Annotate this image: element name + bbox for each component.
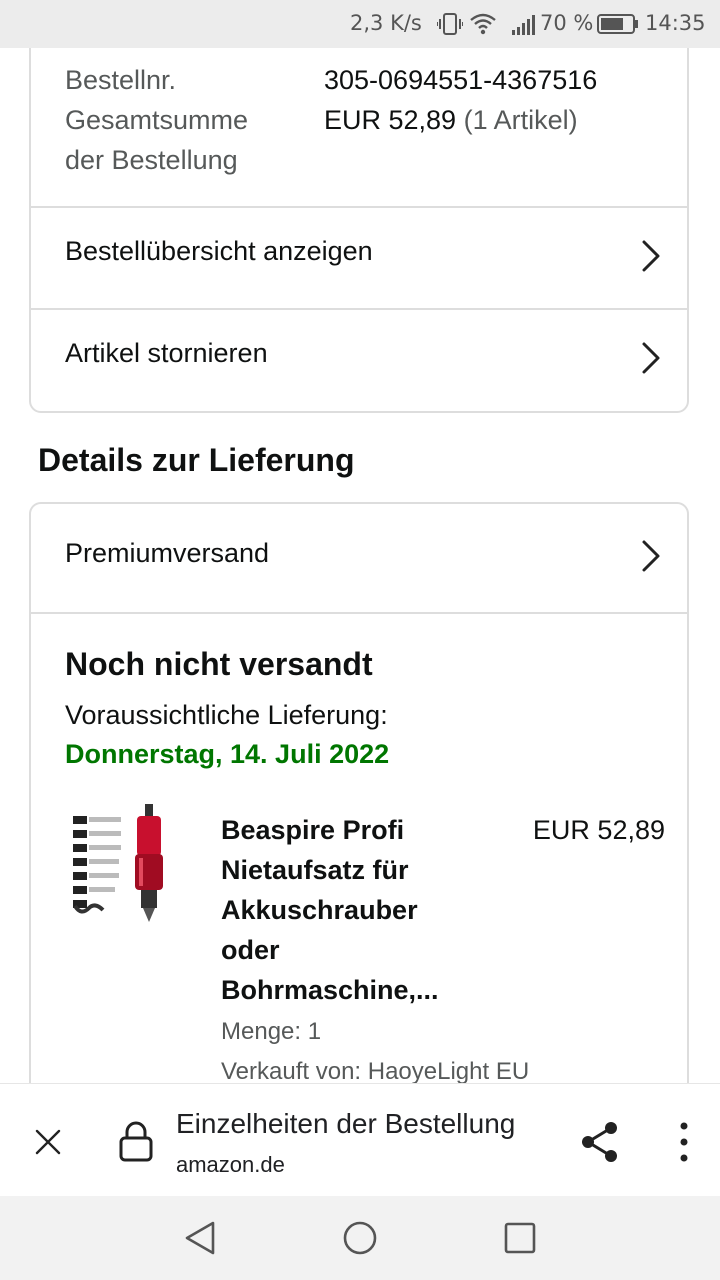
divider <box>31 612 687 614</box>
order-number-label: Bestellnr. <box>65 65 177 95</box>
share-icon[interactable] <box>580 1120 620 1164</box>
chevron-right-icon <box>642 540 660 572</box>
product-title-line: Nietaufsatz für <box>221 855 409 885</box>
chevron-right-icon <box>642 342 660 374</box>
product-quantity: Menge: 1 <box>221 1018 322 1045</box>
wifi-icon <box>470 12 496 41</box>
status-bar: 2,3 K/s 70 % 14:35 <box>0 0 720 48</box>
delivery-details-heading: Details zur Lieferung <box>38 442 355 478</box>
close-icon[interactable] <box>34 1128 62 1156</box>
product-title-line: oder <box>221 935 280 965</box>
expected-delivery-date: Donnerstag, 14. Juli 2022 <box>65 739 390 769</box>
battery-icon <box>597 14 639 39</box>
clock: 14:35 <box>645 11 706 35</box>
order-number-value: 305-0694551-4367516 <box>324 65 598 95</box>
order-total-value: EUR 52,89 (1 Artikel) <box>324 100 578 140</box>
cancel-items-label: Artikel stornieren <box>65 338 268 368</box>
battery-percent: 70 % <box>540 11 594 35</box>
lock-icon[interactable] <box>118 1120 154 1162</box>
shipping-method-label: Premiumversand <box>65 538 270 568</box>
signal-icon <box>512 13 540 40</box>
system-nav-bar <box>0 1196 720 1280</box>
page-domain: amazon.de <box>176 1152 285 1177</box>
view-order-summary-label: Bestellübersicht anzeigen <box>65 236 373 266</box>
product-title[interactable]: Beaspire Profi Nietaufsatz für Akkuschra… <box>221 810 439 1010</box>
order-total-items: (1 Artikel) <box>463 105 578 135</box>
product-seller: Verkauft von: HaoyeLight EU <box>221 1058 530 1083</box>
page-content: Bestellnr. 305-0694551-4367516 Gesamtsum… <box>0 48 720 1083</box>
delivery-card: Premiumversand Noch nicht versandt Vorau… <box>29 502 689 1083</box>
network-speed: 2,3 K/s <box>350 11 422 35</box>
product-title-line: Akkuschrauber <box>221 895 418 925</box>
recents-icon[interactable] <box>504 1222 536 1254</box>
custom-tab-toolbar: Einzelheiten der Bestellung amazon.de <box>0 1083 720 1197</box>
order-total-label-line1: Gesamtsumme <box>65 105 249 135</box>
shipment-status: Noch nicht versandt <box>65 646 373 682</box>
view-order-summary-link[interactable]: Bestellübersicht anzeigen <box>31 208 687 308</box>
vibrate-icon <box>436 12 464 41</box>
back-icon[interactable] <box>183 1220 217 1256</box>
more-options-icon[interactable] <box>676 1120 692 1164</box>
order-summary-card: Bestellnr. 305-0694551-4367516 Gesamtsum… <box>29 48 689 413</box>
product-image[interactable] <box>65 794 193 930</box>
order-total-amount: EUR 52,89 <box>324 105 457 135</box>
product-price: EUR 52,89 <box>532 815 665 845</box>
product-title-line: Beaspire Profi <box>221 815 405 845</box>
product-title-line: Bohrmaschine,... <box>221 975 439 1005</box>
chevron-right-icon <box>642 240 660 272</box>
cancel-items-link[interactable]: Artikel stornieren <box>31 310 687 410</box>
order-total-label-line2: der Bestellung <box>65 145 238 175</box>
shipping-method-link[interactable]: Premiumversand <box>31 504 687 604</box>
expected-delivery-label: Voraussichtliche Lieferung: <box>65 700 388 730</box>
page-title: Einzelheiten der Bestellung <box>176 1108 516 1139</box>
home-icon[interactable] <box>342 1220 378 1256</box>
